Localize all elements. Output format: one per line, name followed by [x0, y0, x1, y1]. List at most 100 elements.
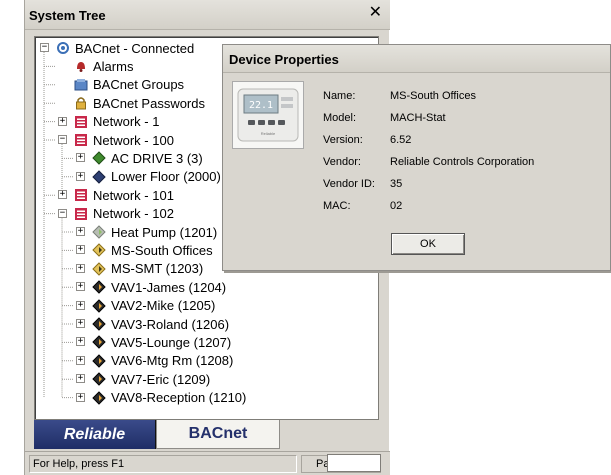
tree-node[interactable]: AC DRIVE 3 (3) [92, 149, 204, 167]
device-green-icon [92, 151, 106, 166]
tree-node[interactable]: Network - 102 [74, 205, 175, 223]
property-label: Name: [323, 90, 356, 102]
property-label: MAC: [323, 200, 351, 212]
tree-node[interactable]: Heat Pump (1201) [92, 223, 218, 241]
expand-icon[interactable]: + [58, 190, 67, 200]
device-dark-icon [92, 298, 106, 313]
thermostat-device-image: 22.1 Reliable [232, 81, 304, 149]
expand-icon[interactable]: + [76, 300, 85, 310]
brand-tab-bar: Reliable BACnet [34, 420, 379, 449]
expand-icon[interactable]: + [58, 116, 67, 126]
tree-node[interactable]: VAV5-Lounge (1207) [92, 333, 232, 351]
tree-node[interactable]: BACnet Passwords [74, 94, 206, 112]
device-dark-icon [92, 335, 106, 350]
expand-icon[interactable]: + [76, 355, 85, 365]
device-dark-icon [92, 280, 106, 294]
tree-node-label: BACnet Passwords [93, 95, 205, 111]
tree-node-label: VAV6-Mtg Rm (1208) [111, 353, 234, 369]
tree-node-label: VAV5-Lounge (1207) [111, 334, 232, 350]
panel-title: System Tree [29, 8, 106, 23]
network-icon [74, 207, 88, 221]
tab-reliable-label: Reliable [63, 425, 126, 443]
tree-node[interactable]: VAV6-Mtg Rm (1208) [92, 352, 234, 370]
tree-node-label: Heat Pump (1201) [111, 224, 218, 240]
property-label: Model: [323, 112, 357, 124]
property-value: Reliable Controls Corporation [390, 156, 535, 168]
tab-reliable[interactable]: Reliable [34, 420, 156, 449]
device-dark-icon [92, 317, 106, 331]
tab-bacnet[interactable]: BACnet [156, 420, 280, 449]
tab-bacnet-label: BACnet [188, 425, 248, 442]
tree-node[interactable]: VAV8-Reception (1210) [92, 389, 247, 407]
device-dark-icon [92, 372, 106, 386]
tree-node[interactable]: VAV3-Roland (1206) [92, 315, 230, 333]
property-value: MACH-Stat [390, 112, 446, 124]
expand-icon[interactable]: + [76, 282, 85, 292]
property-value: MS-South Offices [390, 90, 476, 102]
tree-node-label: Network - 101 [93, 187, 174, 203]
expand-icon[interactable]: + [76, 227, 85, 236]
tree-node-label: Network - 102 [93, 206, 174, 222]
dialog-title: Device Properties [229, 52, 339, 67]
tree-node[interactable]: Alarms [74, 57, 134, 75]
ok-button[interactable]: OK [391, 233, 465, 255]
tree-node[interactable]: MS-SMT (1203) [92, 260, 204, 278]
tree-node[interactable]: VAV2-Mike (1205) [92, 297, 216, 315]
tree-node[interactable]: VAV7-Eric (1209) [92, 370, 211, 388]
property-value: 35 [390, 178, 403, 190]
tree-node[interactable]: Lower Floor (2000) [92, 168, 222, 186]
tree-node[interactable]: Network - 100 [74, 131, 175, 149]
network-icon [74, 115, 88, 129]
tree-node[interactable]: BACnet - Connected [56, 39, 195, 57]
tree-node-label: Network - 1 [93, 114, 160, 130]
expand-icon[interactable]: + [76, 245, 85, 255]
tree-node[interactable]: Network - 101 [74, 186, 175, 204]
device-dark-icon [92, 390, 106, 405]
svg-text:Reliable: Reliable [261, 131, 276, 136]
tree-node-label: MS-SMT (1203) [111, 261, 204, 277]
expand-icon[interactable]: + [76, 153, 85, 163]
tree-node-label: Network - 100 [93, 132, 174, 148]
property-label: Vendor: [323, 156, 361, 168]
tree-node-label: AC DRIVE 3 (3) [111, 150, 203, 166]
padlock-icon [74, 96, 88, 110]
property-label: Version: [323, 134, 363, 146]
collapse-icon[interactable]: − [58, 135, 67, 144]
alarm-bell-icon [74, 59, 88, 73]
status-help-text: For Help, press F1 [29, 455, 297, 473]
collapse-icon[interactable]: − [40, 43, 49, 52]
device-yellow-icon [92, 262, 106, 276]
expand-icon[interactable]: + [76, 319, 85, 328]
tree-node-label: VAV3-Roland (1206) [111, 316, 230, 332]
panel-titlebar: System Tree ✕ [25, 0, 390, 30]
tree-node-label: Alarms [93, 58, 134, 74]
property-label: Vendor ID: [323, 178, 375, 190]
ok-button-label: OK [420, 238, 436, 250]
network-connected-icon [56, 41, 70, 55]
property-value: 02 [390, 200, 403, 212]
network-icon [74, 188, 88, 202]
expand-icon[interactable]: + [76, 263, 85, 273]
expand-icon[interactable]: + [76, 392, 85, 402]
tree-node[interactable]: VAV1-James (1204) [92, 278, 227, 296]
tree-node-label: VAV2-Mike (1205) [111, 298, 216, 314]
device-blue-icon [92, 170, 106, 184]
tree-node[interactable]: BACnet Groups [74, 76, 185, 94]
tree-node[interactable]: MS-South Offices [92, 241, 214, 259]
expand-icon[interactable]: + [76, 374, 85, 384]
collapse-icon[interactable]: − [58, 208, 67, 218]
tree-node-label: VAV7-Eric (1209) [111, 371, 211, 387]
expand-icon[interactable]: + [76, 171, 85, 181]
tree-node-label: Lower Floor (2000) [111, 169, 221, 185]
device-gray-icon [92, 225, 106, 239]
tree-node-label: VAV1-James (1204) [111, 279, 227, 295]
tree-node[interactable]: Network - 1 [74, 113, 160, 131]
tree-node-label: BACnet - Connected [75, 40, 195, 56]
dialog-titlebar[interactable]: Device Properties [223, 45, 610, 73]
device-yellow-icon [92, 243, 106, 258]
status-bar: For Help, press F1 Panel: [25, 451, 390, 475]
tree-node-label: BACnet Groups [93, 77, 185, 93]
close-icon[interactable]: ✕ [369, 5, 382, 21]
expand-icon[interactable]: + [76, 337, 85, 347]
property-value: 6.52 [390, 134, 412, 146]
